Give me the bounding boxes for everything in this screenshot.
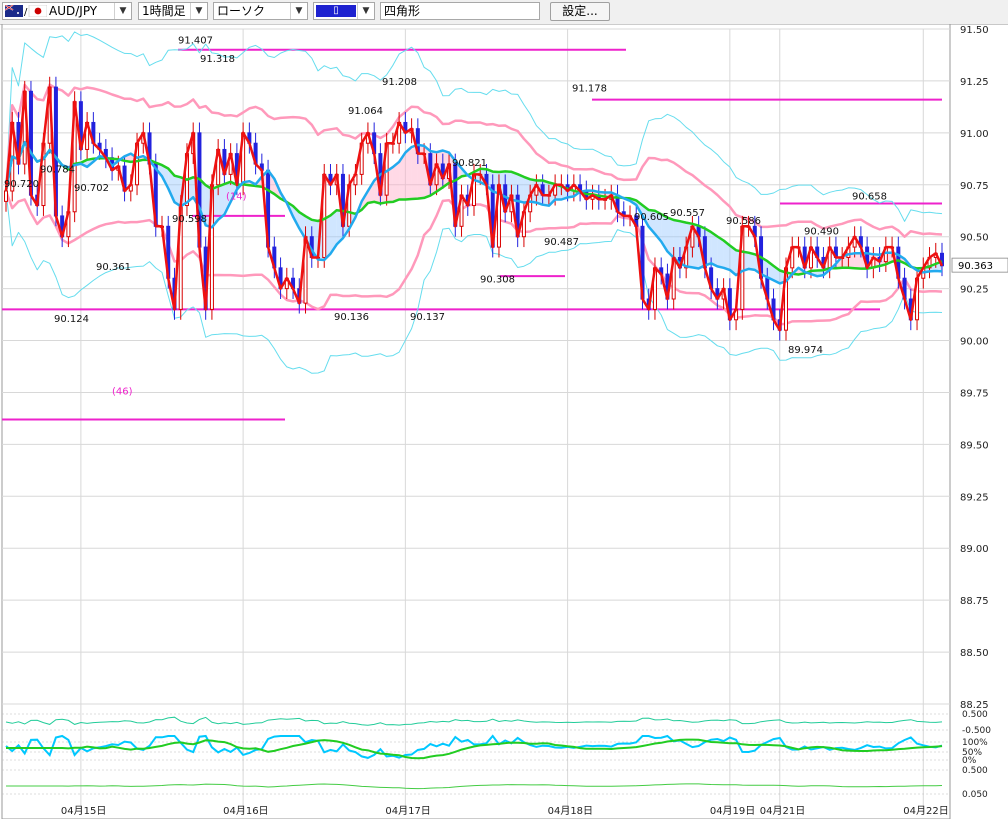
price-label: 90.586: [726, 216, 761, 227]
price-label: 90.361: [96, 262, 131, 273]
price-label: 90.487: [544, 237, 579, 248]
price-label: 91.407: [178, 36, 213, 47]
price-label: 90.605: [634, 212, 669, 223]
price-label: 90.702: [74, 183, 109, 194]
svg-text:/: /: [24, 7, 28, 17]
chevron-down-icon[interactable]: ▼: [290, 3, 307, 19]
price-label: 91.208: [382, 77, 417, 88]
toolbar: / AUD/JPY ▼ 1時間足 ▼ ローソク ▼ ▯ ▼ 四角形 設定...: [0, 0, 1008, 25]
y-tick-label: 91.00: [960, 129, 989, 140]
y-tick-label: 91.50: [960, 25, 989, 36]
sub-tick-label: 0.500: [962, 710, 988, 720]
chevron-down-icon[interactable]: ▼: [114, 3, 131, 19]
y-tick-label: 91.25: [960, 77, 989, 88]
y-tick-label: 90.25: [960, 285, 989, 296]
shape-field[interactable]: 四角形: [380, 2, 540, 20]
color-swatch: ▯: [316, 5, 356, 17]
chevron-down-icon[interactable]: ▼: [357, 3, 374, 19]
currency-flags-icon: /: [5, 5, 47, 17]
price-label: 91.318: [200, 54, 235, 65]
x-tick-label: 04月15日: [61, 805, 106, 817]
shape-label: 四角形: [384, 4, 421, 18]
price-chart[interactable]: 91.50 91.25 91.00 90.75 90.50 90.25 90.00 89.75…: [0, 24, 1008, 819]
color-select[interactable]: ▯ ▼: [313, 2, 375, 20]
sub-tick-label: 0%: [962, 756, 977, 766]
price-label: 90.124: [54, 314, 89, 325]
candle-body: [4, 190, 8, 202]
price-label: 90.557: [670, 208, 705, 219]
x-tick-label: 04月22日: [903, 805, 948, 817]
sub-tick-label: -0.500: [962, 726, 991, 736]
price-label: 90.308: [480, 274, 515, 285]
sub-tick-label: 100%: [962, 738, 988, 748]
price-label: 90.821: [452, 158, 487, 169]
y-tick-label: 88.50: [960, 648, 989, 659]
annotation-label: (46): [112, 387, 133, 398]
y-tick-label: 89.75: [960, 388, 989, 399]
price-label: 90.784: [40, 164, 75, 175]
timeframe-label: 1時間足: [142, 4, 186, 18]
chevron-down-icon[interactable]: ▼: [190, 3, 207, 19]
annotation-label: (14): [226, 191, 247, 202]
price-label: 91.178: [572, 83, 607, 94]
symbol-label: AUD/JPY: [49, 4, 98, 18]
price-label: 90.136: [334, 312, 369, 323]
y-tick-label: 90.75: [960, 181, 989, 192]
y-tick-label: 89.00: [960, 544, 989, 555]
x-tick-label: 04月19日: [710, 805, 755, 817]
y-tick-label: 88.75: [960, 596, 989, 607]
sub-tick-label: 0.500: [962, 766, 988, 776]
price-label: 90.658: [852, 191, 887, 202]
price-label: 91.064: [348, 106, 383, 117]
sub-tick-label: 0.050: [962, 790, 988, 800]
symbol-select[interactable]: / AUD/JPY ▼: [2, 2, 132, 20]
y-tick-label: 90.00: [960, 337, 989, 348]
x-tick-label: 04月18日: [548, 805, 593, 817]
price-label: 90.720: [4, 179, 39, 190]
current-price-label: 90.363: [958, 261, 993, 272]
x-tick-label: 04月21日: [760, 805, 805, 817]
x-tick-label: 04月16日: [223, 805, 268, 817]
timeframe-select[interactable]: 1時間足 ▼: [138, 2, 208, 20]
price-label: 89.974: [788, 345, 823, 356]
price-label: 90.490: [804, 227, 839, 238]
cloud-segment: [405, 146, 412, 200]
y-tick-label: 90.50: [960, 233, 989, 244]
x-tick-label: 04月17日: [385, 805, 430, 817]
cloud-segment: [854, 253, 861, 269]
chart-type-label: ローソク: [217, 4, 266, 18]
settings-button[interactable]: 設定...: [550, 2, 610, 21]
y-tick-label: 89.50: [960, 440, 989, 451]
price-label: 90.598: [172, 214, 207, 225]
chart-type-select[interactable]: ローソク ▼: [213, 2, 308, 20]
y-tick-label: 89.25: [960, 492, 989, 503]
price-label: 90.137: [410, 312, 445, 323]
